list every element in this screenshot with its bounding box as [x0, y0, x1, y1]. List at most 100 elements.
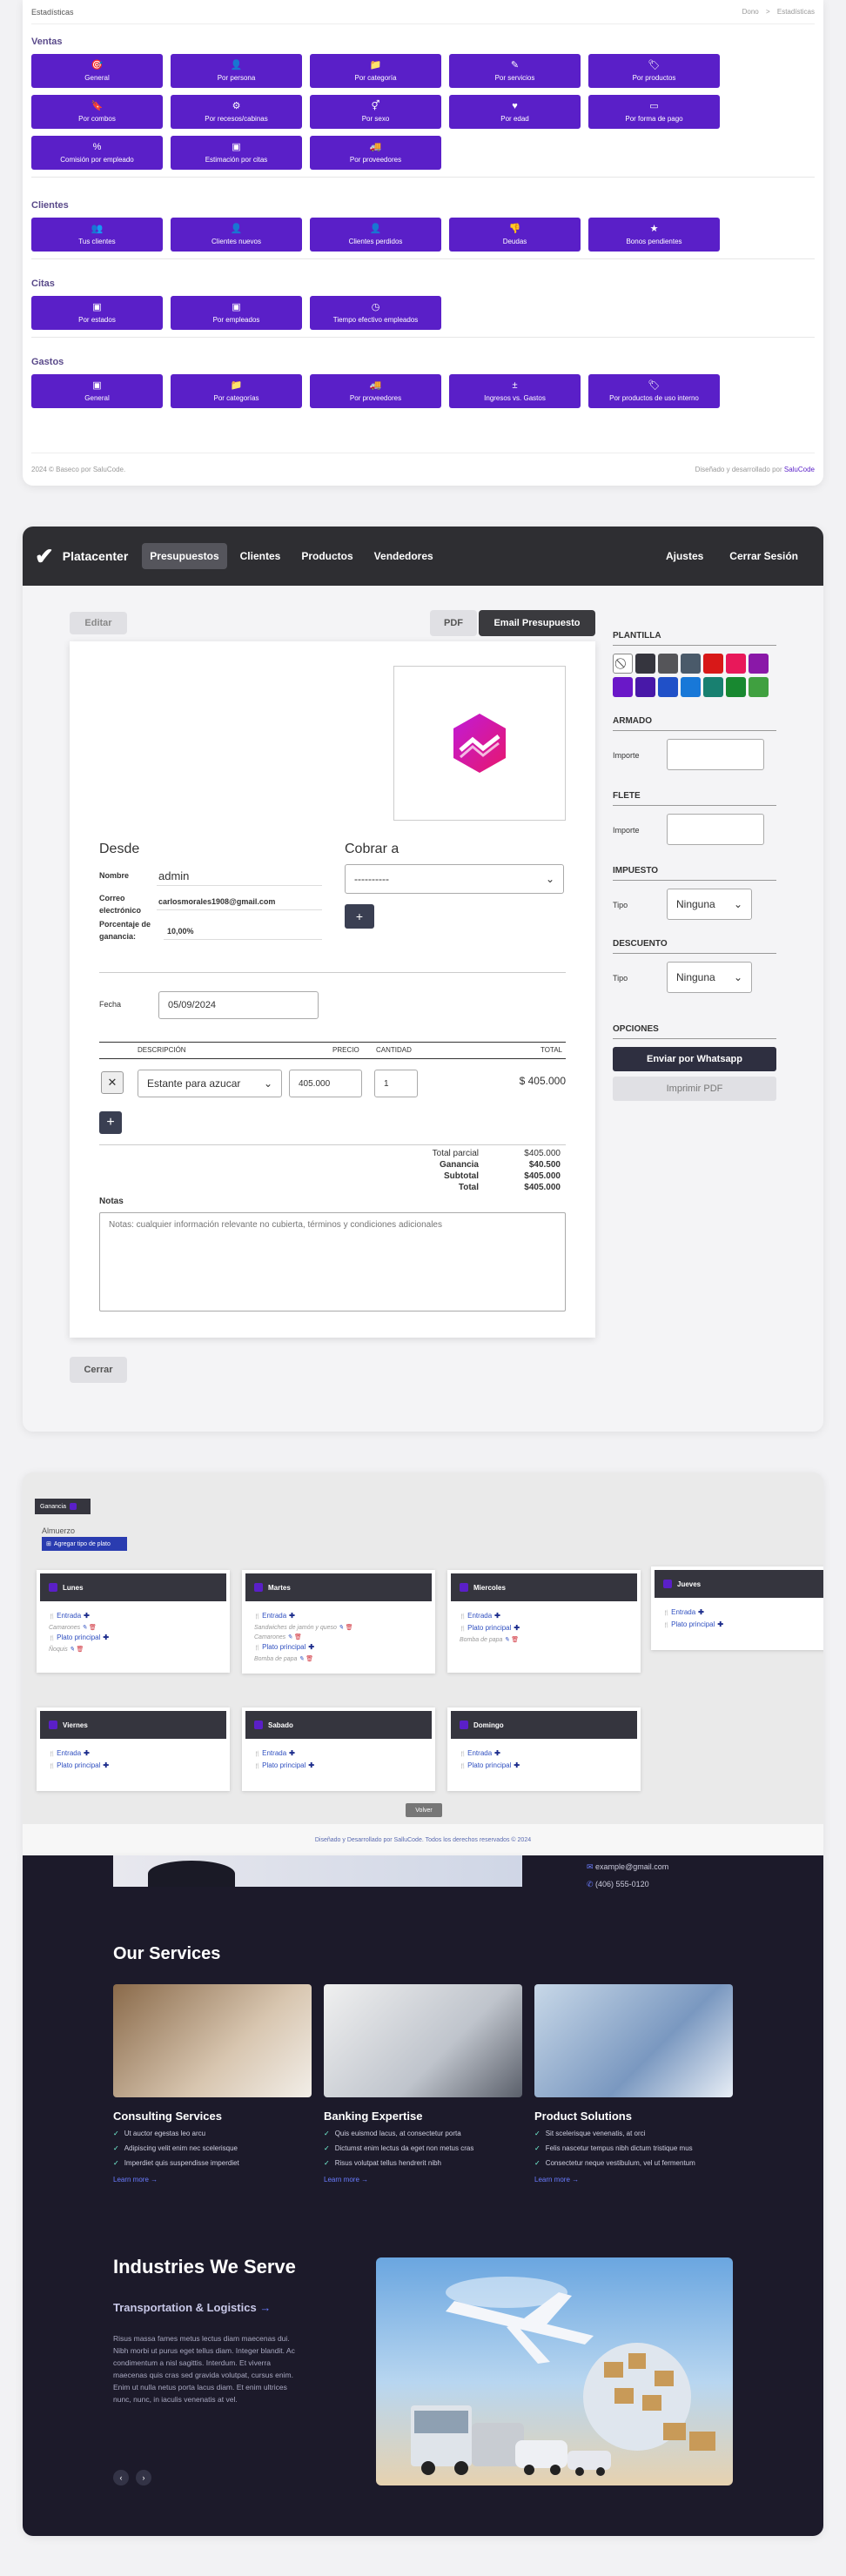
pdf-button[interactable]: PDF	[430, 610, 477, 636]
remove-item-button[interactable]: ✕	[101, 1071, 124, 1094]
add-dish-icon[interactable]: ✚	[103, 1633, 109, 1641]
add-dish-type-button[interactable]: ⊞ Agregar tipo de plato	[42, 1537, 127, 1551]
trash-icon[interactable]: 🗑	[292, 1634, 302, 1640]
trash-icon[interactable]: 🗑	[75, 1647, 84, 1653]
template-color-swatch[interactable]	[681, 677, 701, 697]
add-dish-icon[interactable]: ✚	[514, 1761, 520, 1769]
stat-button-ventas-por-sexo[interactable]: ⚥ Por sexo	[310, 95, 441, 129]
footer-link[interactable]: SaluCode	[784, 466, 815, 473]
add-dish-icon[interactable]: ✚	[84, 1612, 90, 1620]
nav-clientes[interactable]: Clientes	[232, 543, 289, 569]
item-price-input[interactable]: 405.000	[289, 1070, 362, 1097]
add-dish-icon[interactable]: ✚	[514, 1624, 520, 1632]
stat-button-ventas-comision-por-empleado[interactable]: % Comisión por empleado	[31, 136, 163, 170]
nav-logout[interactable]: Cerrar Sesión	[722, 543, 806, 569]
contact-email[interactable]: ✉ example@gmail.com	[587, 1862, 668, 1872]
nav-vendedores[interactable]: Vendedores	[366, 543, 441, 569]
whatsapp-button[interactable]: Enviar por Whatsapp	[613, 1047, 776, 1071]
stat-button-ventas-por-persona[interactable]: 👤 Por persona	[171, 54, 302, 88]
stat-button-citas-tiempo-efectivo-empleados[interactable]: ◷ Tiempo efectivo empleados	[310, 296, 441, 330]
learn-more-link[interactable]: Learn more →	[534, 2176, 733, 2184]
stat-button-gastos-ingresos-vs-gastos[interactable]: ± Ingresos vs. Gastos	[449, 374, 581, 408]
correo-value[interactable]: carlosmorales1908@gmail.com	[158, 897, 275, 906]
edit-button[interactable]: Editar	[70, 612, 127, 634]
volver-button[interactable]: Volver	[406, 1803, 442, 1817]
armado-importe-input[interactable]	[667, 739, 764, 770]
stat-button-ventas-por-productos[interactable]: 🏷 Por productos	[588, 54, 720, 88]
stat-button-clientes-bonos-pendientes[interactable]: ★ Bonos pendientes	[588, 218, 720, 252]
trash-icon[interactable]: 🗑	[344, 1625, 353, 1631]
trash-icon[interactable]: 🗑	[87, 1625, 97, 1631]
stat-button-ventas-por-forma-de-pago[interactable]: ▭ Por forma de pago	[588, 95, 720, 129]
stat-button-clientes-clientes-perdidos[interactable]: 👤 Clientes perdidos	[310, 218, 441, 252]
add-dish-icon[interactable]: ✚	[698, 1608, 704, 1616]
add-client-button[interactable]: +	[345, 904, 374, 929]
company-logo-box[interactable]	[393, 666, 566, 821]
template-color-swatch[interactable]	[749, 654, 769, 674]
template-color-swatch[interactable]	[703, 677, 723, 697]
template-color-swatch[interactable]	[635, 677, 655, 697]
stat-button-ventas-por-recesos-cabinas[interactable]: ⚙ Por recesos/cabinas	[171, 95, 302, 129]
template-color-swatch[interactable]	[726, 677, 746, 697]
item-quantity-input[interactable]: 1	[374, 1070, 418, 1097]
close-button[interactable]: Cerrar	[70, 1357, 127, 1383]
contact-phone[interactable]: ✆ (406) 555-0120	[587, 1880, 649, 1889]
learn-more-link[interactable]: Learn more →	[113, 2176, 312, 2184]
impuesto-tipo-select[interactable]: Ninguna ⌄	[667, 889, 752, 920]
add-dish-icon[interactable]: ✚	[84, 1749, 90, 1757]
stat-button-ventas-estimacion-por-citas[interactable]: ▣ Estimación por citas	[171, 136, 302, 170]
stat-button-ventas-por-edad[interactable]: ♥ Por edad	[449, 95, 581, 129]
stat-button-ventas-por-servicios[interactable]: ✎ Por servicios	[449, 54, 581, 88]
edit-icon[interactable]: ✎	[285, 1634, 292, 1640]
template-color-swatch[interactable]	[726, 654, 746, 674]
stat-button-gastos-por-proveedores[interactable]: 🚚 Por proveedores	[310, 374, 441, 408]
stat-button-citas-por-empleados[interactable]: ▣ Por empleados	[171, 296, 302, 330]
template-color-swatch[interactable]	[658, 654, 678, 674]
stat-button-ventas-por-categoria[interactable]: 📁 Por categoría	[310, 54, 441, 88]
stat-button-gastos-por-productos-de-uso-interno[interactable]: 🏷 Por productos de uso interno	[588, 374, 720, 408]
print-pdf-button[interactable]: Imprimir PDF	[613, 1077, 776, 1101]
trash-icon[interactable]: 🗑	[304, 1656, 313, 1662]
add-item-button[interactable]: +	[99, 1111, 122, 1134]
stat-button-gastos-por-categorias[interactable]: 📁 Por categorías	[171, 374, 302, 408]
trash-icon[interactable]: 🗑	[509, 1637, 519, 1643]
stat-button-citas-por-estados[interactable]: ▣ Por estados	[31, 296, 163, 330]
add-dish-icon[interactable]: ✚	[308, 1643, 314, 1651]
cobrar-select[interactable]: ---------- ⌄	[345, 864, 564, 894]
ganancia-button[interactable]: Ganancia	[35, 1499, 91, 1514]
industry-link[interactable]: Transportation & Logistics →	[113, 2301, 271, 2314]
add-dish-icon[interactable]: ✚	[494, 1612, 500, 1620]
add-dish-icon[interactable]: ✚	[289, 1749, 295, 1757]
notas-textarea[interactable]	[99, 1212, 566, 1311]
flete-importe-input[interactable]	[667, 814, 764, 845]
fecha-input[interactable]: 05/09/2024	[158, 991, 319, 1019]
add-dish-icon[interactable]: ✚	[717, 1620, 723, 1628]
stat-button-ventas-por-proveedores[interactable]: 🚚 Por proveedores	[310, 136, 441, 170]
carousel-prev-button[interactable]: ‹	[113, 2470, 129, 2485]
template-color-swatch[interactable]	[749, 677, 769, 697]
learn-more-link[interactable]: Learn more →	[324, 2176, 522, 2184]
stat-button-ventas-por-combos[interactable]: 🔖 Por combos	[31, 95, 163, 129]
email-budget-button[interactable]: Email Presupuesto	[479, 610, 595, 636]
edit-icon[interactable]: ✎	[337, 1625, 344, 1631]
nav-productos[interactable]: Productos	[293, 543, 360, 569]
nav-presupuestos[interactable]: Presupuestos	[142, 543, 227, 569]
nombre-value[interactable]: admin	[158, 869, 189, 882]
breadcrumb-home[interactable]: Dono	[742, 8, 759, 16]
porcentaje-value[interactable]: 10,00%	[167, 927, 194, 936]
template-color-swatch[interactable]	[635, 654, 655, 674]
add-dish-icon[interactable]: ✚	[103, 1761, 109, 1769]
stat-button-clientes-deudas[interactable]: 👎 Deudas	[449, 218, 581, 252]
stat-button-clientes-clientes-nuevos[interactable]: 👤 Clientes nuevos	[171, 218, 302, 252]
stat-button-ventas-general[interactable]: 🎯 General	[31, 54, 163, 88]
edit-icon[interactable]: ✎	[68, 1647, 75, 1653]
edit-icon[interactable]: ✎	[80, 1625, 87, 1631]
add-dish-icon[interactable]: ✚	[308, 1761, 314, 1769]
template-color-swatch[interactable]	[613, 677, 633, 697]
stat-button-clientes-tus-clientes[interactable]: 👥 Tus clientes	[31, 218, 163, 252]
stat-button-gastos-general[interactable]: ▣ General	[31, 374, 163, 408]
brand[interactable]: ✔ Platacenter	[35, 545, 128, 567]
add-dish-icon[interactable]: ✚	[289, 1612, 295, 1620]
nav-ajustes[interactable]: Ajustes	[658, 543, 711, 569]
template-color-swatch[interactable]	[681, 654, 701, 674]
